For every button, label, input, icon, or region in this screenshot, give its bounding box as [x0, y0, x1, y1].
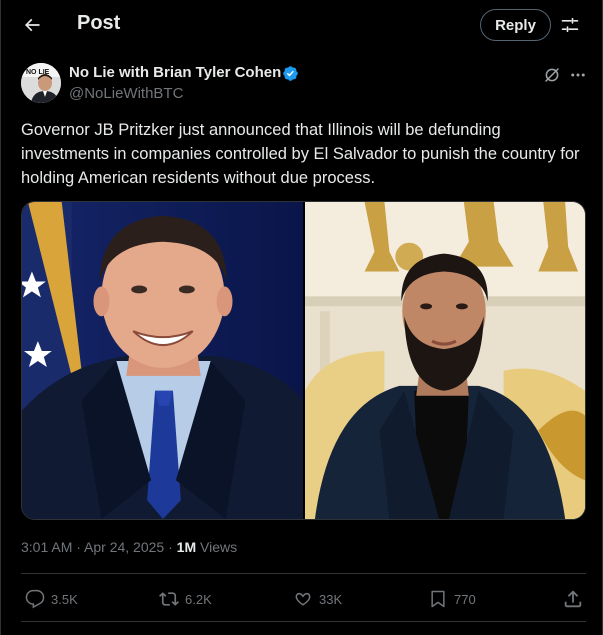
- share-icon: [564, 590, 582, 608]
- back-arrow-icon: [24, 18, 40, 32]
- post-view: Post Reply NO LIE No Lie with Brian Tyle…: [0, 0, 603, 635]
- repost-icon: [159, 592, 179, 606]
- views-count: 1M: [176, 539, 197, 555]
- bookmark-icon: [431, 590, 445, 608]
- avatar[interactable]: NO LIE: [21, 63, 61, 103]
- divider: [21, 621, 586, 622]
- author-handle[interactable]: @NoLieWithBTC: [69, 85, 183, 102]
- repost-action[interactable]: 6.2K: [159, 588, 212, 610]
- bookmark-count: 770: [454, 591, 476, 607]
- views-label: Views: [196, 539, 238, 555]
- verified-badge-icon: [283, 66, 298, 81]
- header: Post Reply: [1, 0, 603, 52]
- reply-action[interactable]: 3.5K: [25, 588, 78, 610]
- adjust-icon: [561, 17, 579, 33]
- tweet-meta: 3:01 AM · Apr 24, 2025 · 1M Views: [21, 539, 237, 555]
- divider: [21, 573, 586, 574]
- share-button[interactable]: [562, 588, 584, 610]
- more-icon: [571, 73, 585, 77]
- adjust-button[interactable]: [557, 12, 583, 38]
- like-count: 33K: [319, 591, 343, 607]
- grok-button[interactable]: [541, 64, 563, 86]
- like-action[interactable]: 33K: [293, 588, 342, 610]
- tweet-timestamp[interactable]: 3:01 AM · Apr 24, 2025 ·: [21, 539, 177, 555]
- back-button[interactable]: [15, 8, 49, 42]
- photo-right[interactable]: [305, 202, 585, 519]
- more-button[interactable]: [567, 64, 589, 86]
- reply-count: 3.5K: [51, 591, 78, 607]
- page-title: Post: [77, 12, 121, 34]
- bookmark-action[interactable]: 770: [428, 588, 476, 610]
- tweet-text: Governor JB Pritzker just announced that…: [21, 121, 580, 187]
- grok-icon: [545, 68, 559, 82]
- like-icon: [295, 592, 311, 606]
- repost-count: 6.2K: [185, 591, 212, 607]
- reply-icon: [25, 589, 45, 609]
- photo-left[interactable]: [22, 202, 305, 519]
- reply-button[interactable]: Reply: [480, 9, 551, 41]
- author-name[interactable]: No Lie with Brian Tyler Cohen: [69, 64, 281, 81]
- tweet-media[interactable]: [21, 201, 586, 520]
